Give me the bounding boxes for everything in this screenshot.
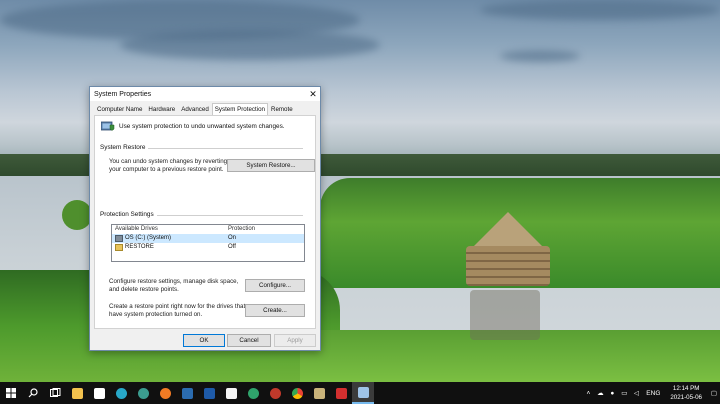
network-icon[interactable]: ▭ [618,389,630,397]
onedrive-icon[interactable]: ☁ [594,389,606,397]
configure-button[interactable]: Configure... [245,279,305,292]
hut-reflection [470,290,540,340]
drive-row[interactable]: RESTORE Off [112,243,304,252]
system-protection-icon [101,121,115,131]
language-indicator[interactable]: ENG [642,390,664,397]
drives-list[interactable]: Available Drives Protection OS (C:) (Sys… [111,224,305,262]
window-title: System Properties [94,90,152,98]
configure-description-line1: Configure restore settings, manage disk … [109,278,239,285]
taskbar: ˄ ☁ ● ▭ ◁ ENG 12:14 PM 2021-05-06 ▢ [0,382,720,404]
speaker-icon[interactable]: ◁ [630,389,642,397]
drives-list-header: Available Drives Protection [112,225,304,234]
drive-name: RESTORE [125,244,154,250]
app-icon-3[interactable] [308,382,330,404]
tab-strip: Computer Name Hardware Advanced System P… [90,103,320,116]
clock-time: 12:14 PM [672,385,700,392]
chevron-up-icon[interactable]: ˄ [582,390,594,397]
edge-dev-icon[interactable] [132,382,154,404]
app-red-icon[interactable] [330,382,352,404]
intro-text: Use system protection to undo unwanted s… [119,122,285,130]
apply-button[interactable]: Apply [274,334,316,347]
chrome-icon[interactable] [286,382,308,404]
app-6-icon[interactable] [176,382,198,404]
intro: Use system protection to undo unwanted s… [101,120,285,132]
system-restore-description-line1: You can undo system changes by reverting [109,158,228,165]
system-drive-icon [115,235,123,242]
cancel-button[interactable]: Cancel [227,334,271,347]
system-tray: ˄ ☁ ● ▭ ◁ ENG 12:14 PM 2021-05-06 ▢ [582,382,720,404]
clock[interactable]: 12:14 PM 2021-05-06 [664,384,708,402]
ok-button[interactable]: OK [183,334,225,347]
edge-beta-icon[interactable] [242,382,264,404]
edge-icon[interactable] [110,382,132,404]
system-properties-dialog: System Properties ✕ Computer Name Hardwa… [89,86,321,351]
drive-row[interactable]: OS (C:) (System) On [112,234,304,243]
islet [62,200,92,230]
column-protection[interactable]: Protection [228,225,304,234]
store-icon[interactable] [88,382,110,404]
drive-cell: OS (C:) (System) [112,234,228,243]
configure-description-line2: and delete restore points. [109,286,179,293]
drive-protection: Off [228,244,236,250]
create-description-line2: have system protection turned on. [109,311,203,318]
notifications-icon[interactable]: ▢ [708,389,720,397]
drive-protection: On [228,235,237,241]
drive-name: OS (C:) (System) [125,235,171,241]
app-a-icon[interactable] [264,382,286,404]
app-icon-2[interactable] [220,382,242,404]
create-description-line1: Create a restore point right now for the… [109,303,246,310]
column-available-drives[interactable]: Available Drives [112,225,228,234]
hut-roof [474,212,542,246]
protection-settings-group-label: Protection Settings [100,211,157,218]
windows-start-icon[interactable] [0,382,22,404]
system-restore-group-label: System Restore [100,144,149,151]
system-properties-icon[interactable] [352,382,374,404]
firefox-icon[interactable] [154,382,176,404]
search-icon[interactable] [22,382,44,404]
system-restore-description-line2: your computer to a previous restore poin… [109,166,224,173]
cloud [480,0,720,20]
file-explorer-icon[interactable] [66,382,88,404]
title-bar[interactable]: System Properties ✕ [90,87,320,101]
hut [466,246,550,286]
close-button[interactable]: ✕ [306,87,320,101]
app-tray-icon[interactable]: ● [606,390,618,397]
app-icon[interactable] [198,382,220,404]
drive-icon [115,244,123,251]
clock-date: 2021-05-06 [670,394,702,401]
tab-panel: Use system protection to undo unwanted s… [94,115,316,329]
cloud [500,50,580,62]
drive-cell: RESTORE [112,243,228,252]
system-restore-button[interactable]: System Restore... [227,159,315,172]
cloud [120,30,380,60]
task-view-icon[interactable] [44,382,66,404]
create-button[interactable]: Create... [245,304,305,317]
